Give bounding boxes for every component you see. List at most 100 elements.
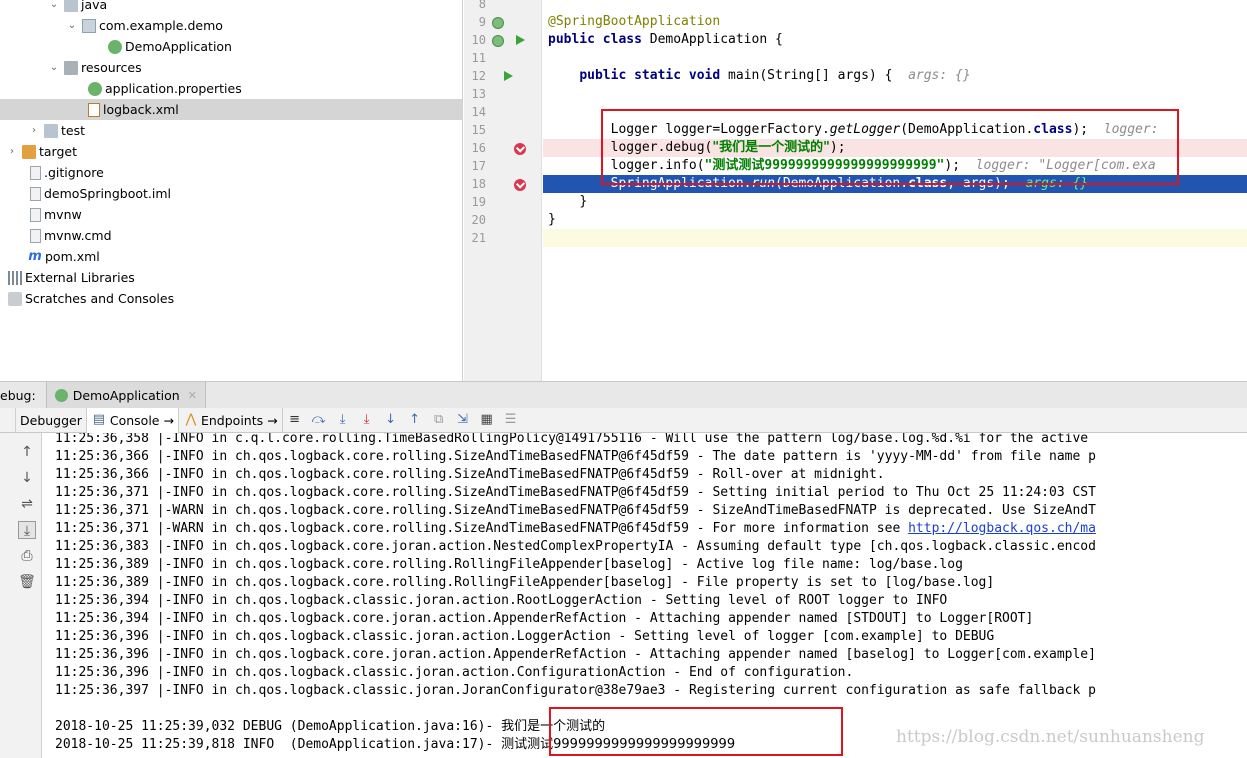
- tree-item-mvnw-cmd[interactable]: mvnw.cmd: [0, 225, 462, 246]
- show-execution-point-icon[interactable]: ⤼: [311, 412, 327, 428]
- drop-frame-icon[interactable]: ⧉: [431, 412, 447, 428]
- line-number: 18: [471, 177, 486, 191]
- log-line: 11:25:36,383 |-INFO in ch.qos.logback.co…: [55, 539, 1096, 554]
- down-arrow-icon[interactable]: ↓: [18, 469, 36, 487]
- run-config-tab[interactable]: DemoApplication ✕: [45, 381, 206, 409]
- tree-item-java[interactable]: ⌄ java: [0, 0, 462, 15]
- code-editor[interactable]: 8 9 10 11 12 13 14 15 16 17 18 19 20 21 …: [464, 0, 1247, 381]
- tree-item-resources[interactable]: ⌄ resources: [0, 57, 462, 78]
- close-icon[interactable]: ✕: [188, 389, 197, 402]
- run-icon[interactable]: [516, 35, 525, 45]
- log-line: 11:25:36,396 |-INFO in ch.qos.logback.co…: [55, 647, 1096, 662]
- spring-bean-icon[interactable]: [492, 35, 504, 47]
- line-number: 9: [478, 15, 486, 29]
- tree-item-gitignore[interactable]: .gitignore: [0, 162, 462, 183]
- print-icon[interactable]: ⎙: [18, 547, 36, 565]
- tree-item-label: mvnw.cmd: [44, 228, 112, 243]
- keyword: public: [579, 68, 627, 83]
- log-line: 11:25:36,371 |-WARN in ch.qos.logback.co…: [55, 503, 1096, 518]
- spring-bean-icon[interactable]: [492, 17, 504, 29]
- tree-item-demoapplication[interactable]: DemoApplication: [0, 36, 462, 57]
- logback-link[interactable]: http://logback.qos.ch/ma: [908, 521, 1096, 536]
- run-icon[interactable]: [504, 71, 513, 81]
- line-number: 11: [471, 51, 486, 65]
- breakpoint-icon[interactable]: [514, 179, 526, 191]
- xml-file-icon: [88, 102, 100, 117]
- menu-icon[interactable]: ≡: [287, 412, 303, 428]
- line-number: 16: [471, 141, 486, 155]
- log-line: 11:25:36,389 |-INFO in ch.qos.logback.co…: [55, 557, 963, 572]
- log-line: 11:25:36,358 |-INFO in c.q.l.core.rollin…: [55, 433, 1089, 446]
- tree-item-external-libraries[interactable]: External Libraries: [0, 267, 462, 288]
- highlight-box: [601, 109, 1179, 185]
- run-to-cursor-icon[interactable]: ⇲: [455, 412, 471, 428]
- clear-all-icon[interactable]: 🗑: [18, 573, 36, 591]
- code-line-12[interactable]: public static void main(String[] args) {…: [543, 67, 1247, 85]
- code-line-20[interactable]: }: [543, 211, 1247, 229]
- editor-gutter[interactable]: 8 9 10 11 12 13 14 15 16 17 18 19 20 21: [464, 0, 542, 381]
- chevron-right-icon[interactable]: ›: [6, 146, 18, 157]
- chevron-down-icon[interactable]: ⌄: [66, 20, 78, 31]
- console-side-toolbar: ↑ ↓ ⇌ ⤓ ⎙ 🗑: [0, 433, 42, 758]
- console-output[interactable]: 11:25:36,358 |-INFO in c.q.l.core.rollin…: [43, 433, 1247, 758]
- scroll-to-end-icon[interactable]: ⤓: [18, 521, 36, 539]
- tree-item-label: pom.xml: [45, 249, 100, 264]
- inline-hint: args: {}: [908, 68, 971, 83]
- spring-class-icon: [108, 39, 122, 54]
- debug-toolbar: Debugger ▤ Console → ⋀ Endpoints → ≡ ⤼ ⤓…: [0, 407, 1247, 433]
- log-line: 11:25:36,366 |-INFO in ch.qos.logback.co…: [55, 449, 1096, 464]
- log-line: 11:25:36,394 |-INFO in ch.qos.logback.co…: [55, 611, 1034, 626]
- tree-item-scratches[interactable]: Scratches and Consoles: [0, 288, 462, 309]
- tab-endpoints[interactable]: ⋀ Endpoints →: [179, 407, 283, 433]
- orange-folder-icon: [22, 144, 36, 159]
- tree-item-label: Scratches and Consoles: [25, 291, 175, 306]
- step-into-icon[interactable]: ⤓: [359, 412, 375, 428]
- code-line-9[interactable]: @SpringBootApplication: [543, 13, 1247, 31]
- keyword: class: [602, 32, 642, 47]
- line-number: 20: [471, 213, 486, 227]
- force-step-into-icon[interactable]: ↓: [383, 412, 399, 428]
- up-arrow-icon[interactable]: ↑: [18, 443, 36, 461]
- debug-title-bar: ebug: DemoApplication ✕: [0, 381, 1247, 409]
- code-line-10[interactable]: public class DemoApplication {: [543, 31, 1247, 49]
- step-out-icon[interactable]: ↑: [407, 412, 423, 428]
- line-number: 14: [471, 105, 486, 119]
- watermark: https://blog.csdn.net/sunhuansheng: [896, 727, 1205, 747]
- tree-item-label: target: [39, 144, 78, 159]
- tree-item-com-example-demo[interactable]: ⌄ com.example.demo: [0, 15, 462, 36]
- tree-item-label: resources: [81, 60, 142, 75]
- log-line: 11:25:36,371 |-WARN in ch.qos.logback.co…: [55, 520, 1247, 538]
- tree-item-pom-xml[interactable]: m pom.xml: [0, 246, 462, 267]
- endpoints-icon: ⋀: [185, 412, 197, 427]
- tab-console[interactable]: ▤ Console →: [86, 407, 179, 433]
- chevron-down-icon[interactable]: ⌄: [48, 62, 60, 73]
- trace-icon[interactable]: ☰: [503, 412, 519, 428]
- breakpoint-icon[interactable]: [514, 143, 526, 155]
- tree-item-mvnw[interactable]: mvnw: [0, 204, 462, 225]
- step-over-icon[interactable]: ⤓: [335, 412, 351, 428]
- chevron-down-icon[interactable]: ⌄: [48, 0, 60, 10]
- tree-item-label: application.properties: [105, 81, 242, 96]
- log-line: 11:25:36,366 |-INFO in ch.qos.logback.co…: [55, 467, 885, 482]
- tree-item-label: mvnw: [44, 207, 82, 222]
- tree-item-test[interactable]: › test: [0, 120, 462, 141]
- annotation: @SpringBootApplication: [548, 14, 721, 29]
- evaluate-icon[interactable]: ▦: [479, 412, 495, 428]
- code-line-21[interactable]: [543, 229, 1247, 247]
- tree-item-target[interactable]: › target: [0, 141, 462, 162]
- tree-item-application-properties[interactable]: application.properties: [0, 78, 462, 99]
- chevron-right-icon[interactable]: ›: [28, 125, 40, 136]
- spring-boot-icon: [54, 388, 68, 402]
- tree-item-logback-xml[interactable]: logback.xml: [0, 99, 462, 120]
- line-number: 8: [478, 0, 486, 11]
- file-icon: [30, 186, 41, 201]
- code-text: }: [548, 212, 556, 227]
- code-line-19[interactable]: }: [543, 193, 1247, 211]
- tree-item-demospringboot-iml[interactable]: demoSpringboot.iml: [0, 183, 462, 204]
- file-icon: [30, 207, 41, 222]
- keyword: public: [548, 32, 595, 47]
- line-number: 15: [471, 123, 486, 137]
- log-prefix: 2018-10-25 11:25:39,818 INFO (DemoApplic…: [55, 737, 502, 752]
- soft-wrap-icon[interactable]: ⇌: [18, 495, 36, 513]
- tab-debugger[interactable]: Debugger: [16, 407, 87, 433]
